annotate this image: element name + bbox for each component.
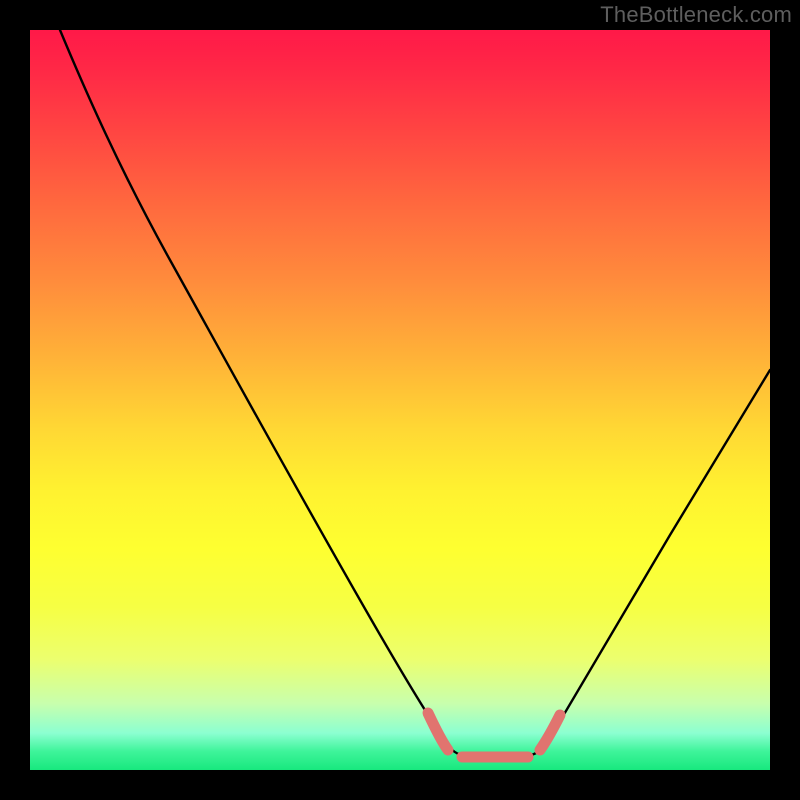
watermark-text: TheBottleneck.com (600, 2, 792, 28)
highlight-left (428, 713, 448, 750)
bottleneck-curve (60, 30, 770, 756)
curve-layer (30, 30, 770, 770)
chart-frame: TheBottleneck.com (0, 0, 800, 800)
highlight-right (540, 715, 560, 750)
plot-area (30, 30, 770, 770)
